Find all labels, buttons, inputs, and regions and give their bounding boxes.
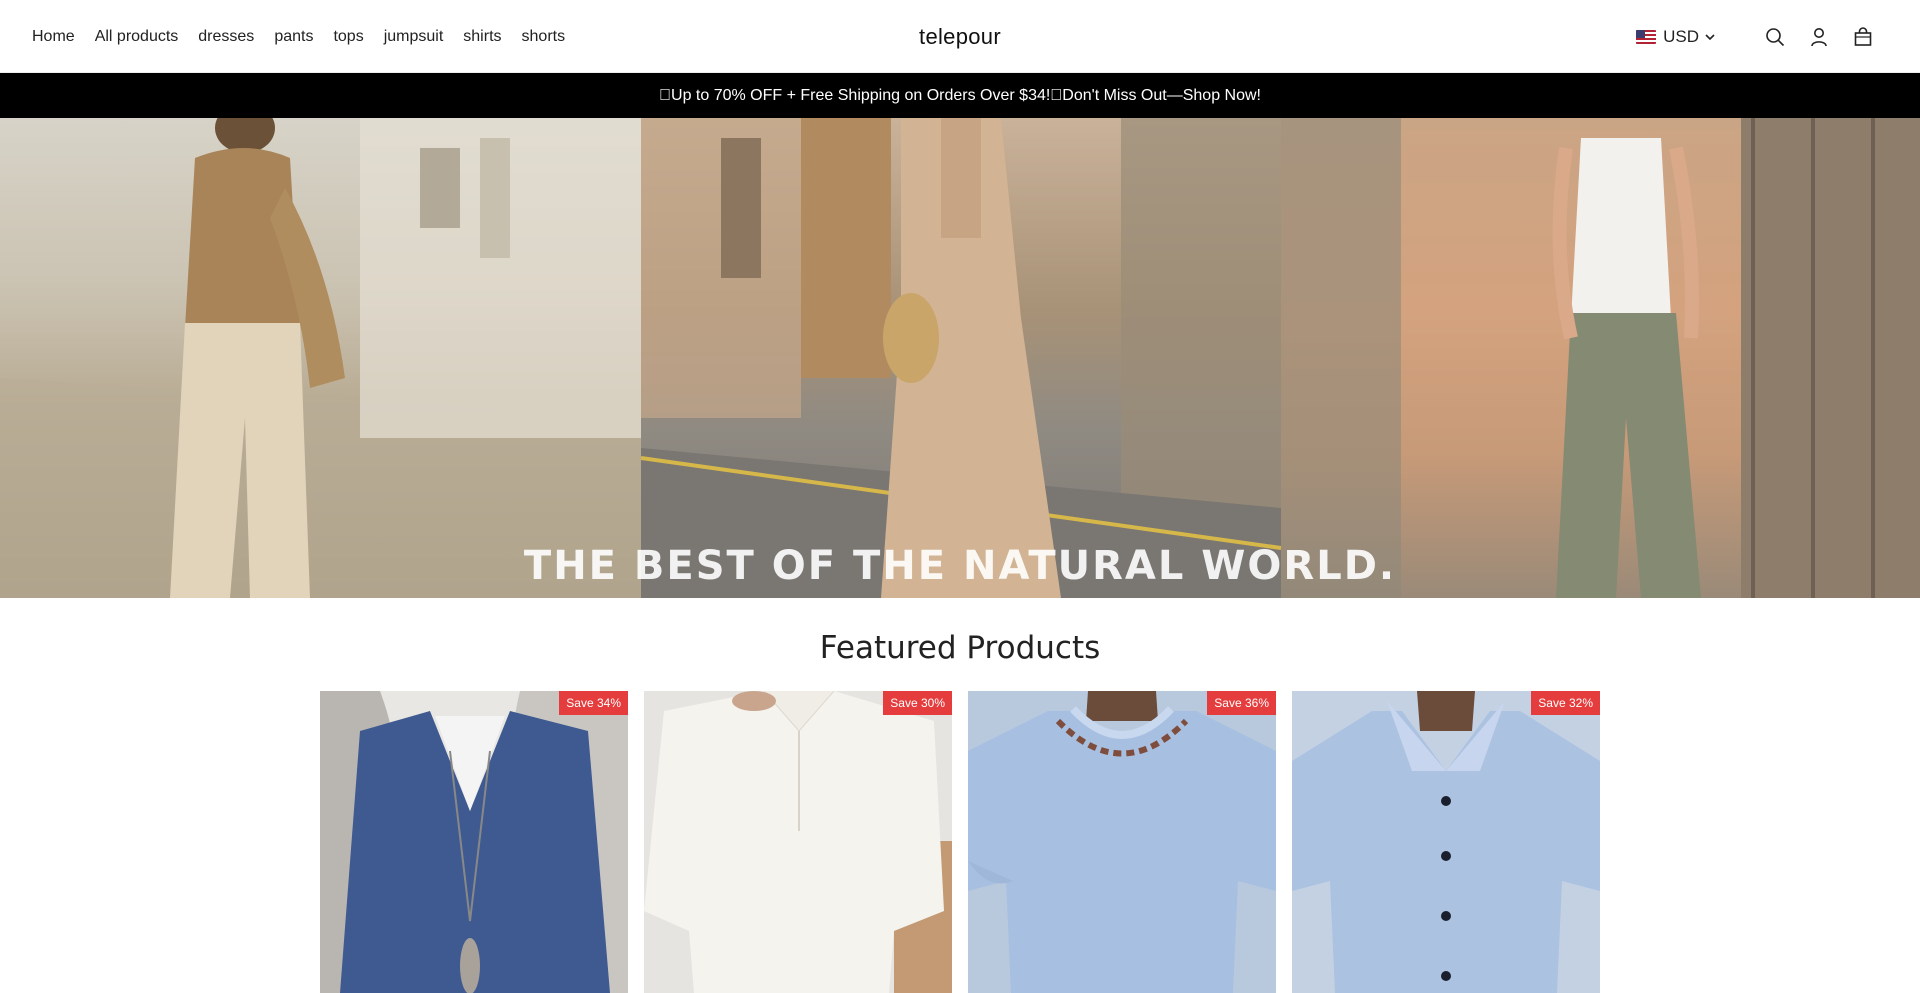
nav-dresses[interactable]: dresses: [198, 28, 254, 46]
cart-icon[interactable]: [1852, 26, 1874, 48]
discount-badge: Save 30%: [883, 691, 952, 715]
nav-home[interactable]: Home: [32, 28, 75, 46]
announcement-bar[interactable]:  Up to 70% OFF + Free Shipping on Orders…: [0, 73, 1920, 118]
nav-tops[interactable]: tops: [333, 28, 363, 46]
featured-products-title: Featured Products: [819, 630, 1101, 666]
nav-shorts[interactable]: shorts: [522, 28, 566, 46]
discount-badge: Save 32%: [1531, 691, 1600, 715]
product-card[interactable]: Save 36%: [968, 691, 1276, 993]
discount-badge: Save 34%: [559, 691, 628, 715]
site-logo[interactable]: telepour: [919, 24, 1001, 50]
hero-image-left: [0, 118, 641, 598]
product-image: [644, 691, 952, 993]
main-nav: Home All products dresses pants tops jum…: [32, 0, 585, 73]
announcement-text:  Up to 70% OFF + Free Shipping on Orders…: [659, 86, 1261, 104]
product-card[interactable]: Save 30%: [644, 691, 952, 993]
hero-banner[interactable]: THE BEST OF THE NATURAL WORLD.: [0, 118, 1920, 598]
us-flag-icon: [1636, 29, 1657, 44]
discount-badge: Save 36%: [1207, 691, 1276, 715]
hero-headline: THE BEST OF THE NATURAL WORLD.: [523, 543, 1397, 589]
nav-all-products[interactable]: All products: [95, 28, 179, 46]
header-actions: USD: [1636, 0, 1874, 73]
product-image: [968, 691, 1276, 993]
search-icon[interactable]: [1764, 26, 1786, 48]
currency-code: USD: [1663, 26, 1699, 46]
hero-image-center: [641, 118, 1281, 598]
nav-shirts[interactable]: shirts: [463, 28, 501, 46]
chevron-down-icon: [1705, 33, 1715, 40]
hero-image-right: [1281, 118, 1920, 598]
site-header: Home All products dresses pants tops jum…: [0, 0, 1920, 73]
product-card[interactable]: Save 34%: [320, 691, 628, 993]
nav-pants[interactable]: pants: [274, 28, 313, 46]
product-image: [320, 691, 628, 993]
product-image: [1292, 691, 1600, 993]
nav-jumpsuit[interactable]: jumpsuit: [384, 28, 444, 46]
product-card[interactable]: Save 32%: [1292, 691, 1600, 993]
currency-selector[interactable]: USD: [1636, 27, 1716, 47]
account-icon[interactable]: [1808, 26, 1830, 48]
product-grid: Save 34% Save 30% Save 36% Save 32%: [320, 691, 1600, 993]
